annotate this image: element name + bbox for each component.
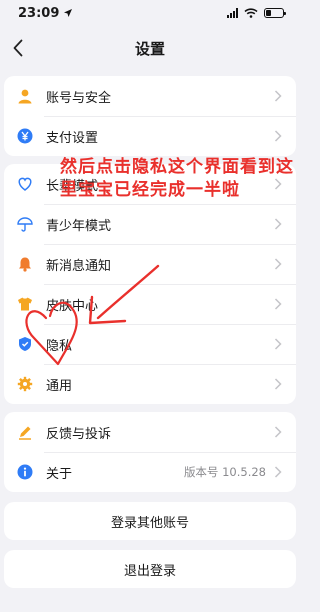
heart-outline-icon — [16, 175, 34, 193]
gear-icon — [16, 375, 34, 393]
settings-row-privacy[interactable]: 隐私 — [4, 324, 296, 364]
settings-row-skin-center[interactable]: 皮肤中心 — [4, 284, 296, 324]
settings-row-label: 支付设置 — [46, 130, 99, 146]
settings-row-label: 账号与安全 — [46, 90, 112, 106]
settings-row-feedback[interactable]: 反馈与投诉 — [4, 412, 296, 452]
umbrella-icon — [16, 215, 34, 233]
settings-row-account-security[interactable]: 账号与安全 — [4, 76, 296, 116]
version-number: 版本号 10.5.28 — [183, 465, 266, 479]
pencil-icon — [16, 423, 34, 441]
yen-circle-icon — [16, 127, 34, 145]
chevron-right-icon — [274, 426, 282, 438]
settings-row-about[interactable]: 关于 版本号 10.5.28 — [4, 452, 296, 492]
settings-row-label: 反馈与投诉 — [46, 426, 112, 442]
person-icon — [16, 87, 34, 105]
logout-button[interactable]: 退出登录 — [4, 550, 296, 588]
back-button[interactable] — [6, 34, 30, 62]
settings-row-notifications[interactable]: 新消息通知 — [4, 244, 296, 284]
settings-row-label: 新消息通知 — [46, 258, 112, 274]
settings-row-general[interactable]: 通用 — [4, 364, 296, 404]
chevron-right-icon — [274, 378, 282, 390]
chevron-right-icon — [274, 218, 282, 230]
settings-group-support: 反馈与投诉 关于 版本号 10.5.28 — [4, 412, 296, 492]
settings-row-label: 隐私 — [46, 338, 73, 354]
status-bar: 23:09 — [0, 0, 300, 26]
settings-row-teen-mode[interactable]: 青少年模式 — [4, 204, 296, 244]
info-icon — [16, 463, 34, 481]
wifi-icon — [244, 8, 258, 18]
shirt-icon — [16, 295, 34, 313]
annotation-text: 然后点击隐私这个界面看到这里宝宝已经完成一半啦 — [60, 157, 294, 200]
battery-icon — [264, 8, 286, 18]
chevron-right-icon — [274, 338, 282, 350]
chevron-right-icon — [274, 466, 282, 478]
switch-account-button[interactable]: 登录其他账号 — [4, 502, 296, 540]
settings-group-account: 账号与安全 支付设置 — [4, 76, 296, 156]
nav-bar: 设置 — [0, 26, 300, 70]
chevron-left-icon — [13, 39, 23, 57]
page-title: 设置 — [134, 39, 165, 58]
settings-row-label: 关于 — [46, 466, 73, 482]
location-arrow-icon — [64, 9, 73, 17]
bell-icon — [16, 255, 34, 273]
settings-row-label: 青少年模式 — [46, 218, 112, 234]
cellular-signal-icon — [227, 8, 238, 18]
settings-row-payment[interactable]: 支付设置 — [4, 116, 296, 156]
settings-row-label: 皮肤中心 — [46, 298, 99, 314]
shield-icon — [16, 335, 34, 353]
chevron-right-icon — [274, 90, 282, 102]
chevron-right-icon — [274, 258, 282, 270]
settings-row-label: 通用 — [46, 378, 73, 394]
status-time: 23:09 — [18, 5, 60, 21]
chevron-right-icon — [274, 298, 282, 310]
chevron-right-icon — [274, 130, 282, 142]
